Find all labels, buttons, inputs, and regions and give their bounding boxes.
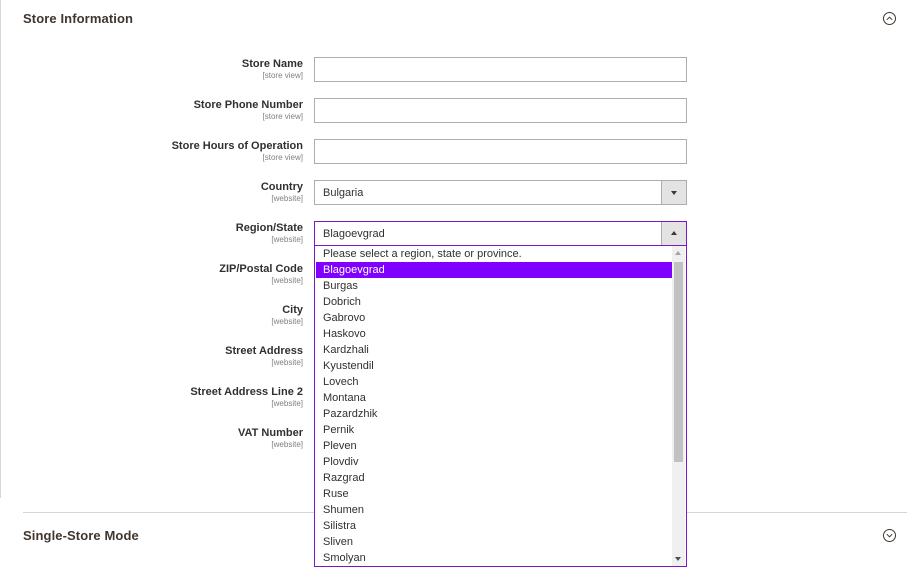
- store-phone-scope: [store view]: [262, 112, 303, 121]
- region-option[interactable]: Razgrad: [316, 470, 672, 486]
- store-hours-input[interactable]: [314, 139, 687, 164]
- country-scope: [website]: [271, 194, 303, 203]
- single-store-mode-title[interactable]: Single-Store Mode: [23, 528, 139, 543]
- region-option[interactable]: Pleven: [316, 438, 672, 454]
- region-state-dropdown-list[interactable]: Please select a region, state or provinc…: [314, 246, 687, 567]
- chevron-up-icon: [671, 231, 677, 235]
- region-state-select-value: Blagoevgrad: [323, 228, 385, 240]
- store-phone-input[interactable]: [314, 98, 687, 123]
- store-name-scope: [store view]: [262, 71, 303, 80]
- street-address-scope: [website]: [271, 358, 303, 367]
- region-option[interactable]: Burgas: [316, 278, 672, 294]
- zip-postal-code-label: ZIP/Postal Code [website]: [219, 263, 303, 285]
- street-address-label: Street Address [website]: [225, 345, 303, 367]
- region-option[interactable]: Plovdiv: [316, 454, 672, 470]
- region-option-placeholder[interactable]: Please select a region, state or provinc…: [316, 246, 672, 262]
- collapse-up-icon[interactable]: [883, 12, 896, 25]
- region-option[interactable]: Smolyan: [316, 550, 672, 566]
- region-state-label: Region/State [website]: [235, 222, 303, 244]
- store-name-input[interactable]: [314, 57, 687, 82]
- city-label: City [website]: [271, 304, 303, 326]
- country-select[interactable]: Bulgaria: [314, 180, 687, 205]
- city-scope: [website]: [271, 317, 303, 326]
- region-option[interactable]: Montana: [316, 390, 672, 406]
- region-option[interactable]: Pazardzhik: [316, 406, 672, 422]
- region-option[interactable]: Dobrich: [316, 294, 672, 310]
- region-option[interactable]: Shumen: [316, 502, 672, 518]
- dropdown-scrollbar[interactable]: [672, 246, 685, 566]
- vat-number-scope: [website]: [271, 440, 303, 449]
- store-hours-scope: [store view]: [262, 153, 303, 162]
- region-state-select[interactable]: Blagoevgrad: [314, 221, 687, 246]
- street-address-line-2-scope: [website]: [271, 399, 303, 408]
- zip-postal-code-scope: [website]: [271, 276, 303, 285]
- region-option[interactable]: Gabrovo: [316, 310, 672, 326]
- scroll-down-arrow-icon[interactable]: [675, 557, 681, 561]
- region-option[interactable]: Haskovo: [316, 326, 672, 342]
- region-option[interactable]: Silistra: [316, 518, 672, 534]
- region-option[interactable]: Kyustendil: [316, 358, 672, 374]
- region-state-scope: [website]: [271, 235, 303, 244]
- region-option[interactable]: Kardzhali: [316, 342, 672, 358]
- country-label: Country [website]: [260, 181, 303, 203]
- store-phone-label: Store Phone Number [store view]: [193, 99, 303, 121]
- street-address-line-2-label: Street Address Line 2 [website]: [190, 386, 303, 408]
- country-select-toggle[interactable]: [661, 181, 686, 204]
- scroll-up-arrow-icon[interactable]: [675, 251, 681, 255]
- region-option-selected[interactable]: Blagoevgrad: [316, 262, 672, 278]
- region-option[interactable]: Pernik: [316, 422, 672, 438]
- configuration-page: Store Information Store Name [store view…: [0, 0, 918, 583]
- region-option[interactable]: Sliven: [316, 534, 672, 550]
- expand-down-icon[interactable]: [883, 529, 896, 542]
- region-option[interactable]: Ruse: [316, 486, 672, 502]
- country-select-value: Bulgaria: [323, 187, 364, 199]
- vat-number-label: VAT Number [website]: [238, 427, 303, 449]
- chevron-down-icon: [671, 191, 677, 195]
- region-option[interactable]: Lovech: [316, 374, 672, 390]
- store-name-label: Store Name [store view]: [241, 58, 303, 80]
- store-information-title[interactable]: Store Information: [23, 11, 133, 26]
- region-state-select-toggle[interactable]: [661, 222, 686, 245]
- section-left-border: [0, 0, 1, 498]
- scrollbar-thumb[interactable]: [674, 262, 683, 462]
- store-hours-label: Store Hours of Operation [store view]: [171, 140, 303, 162]
